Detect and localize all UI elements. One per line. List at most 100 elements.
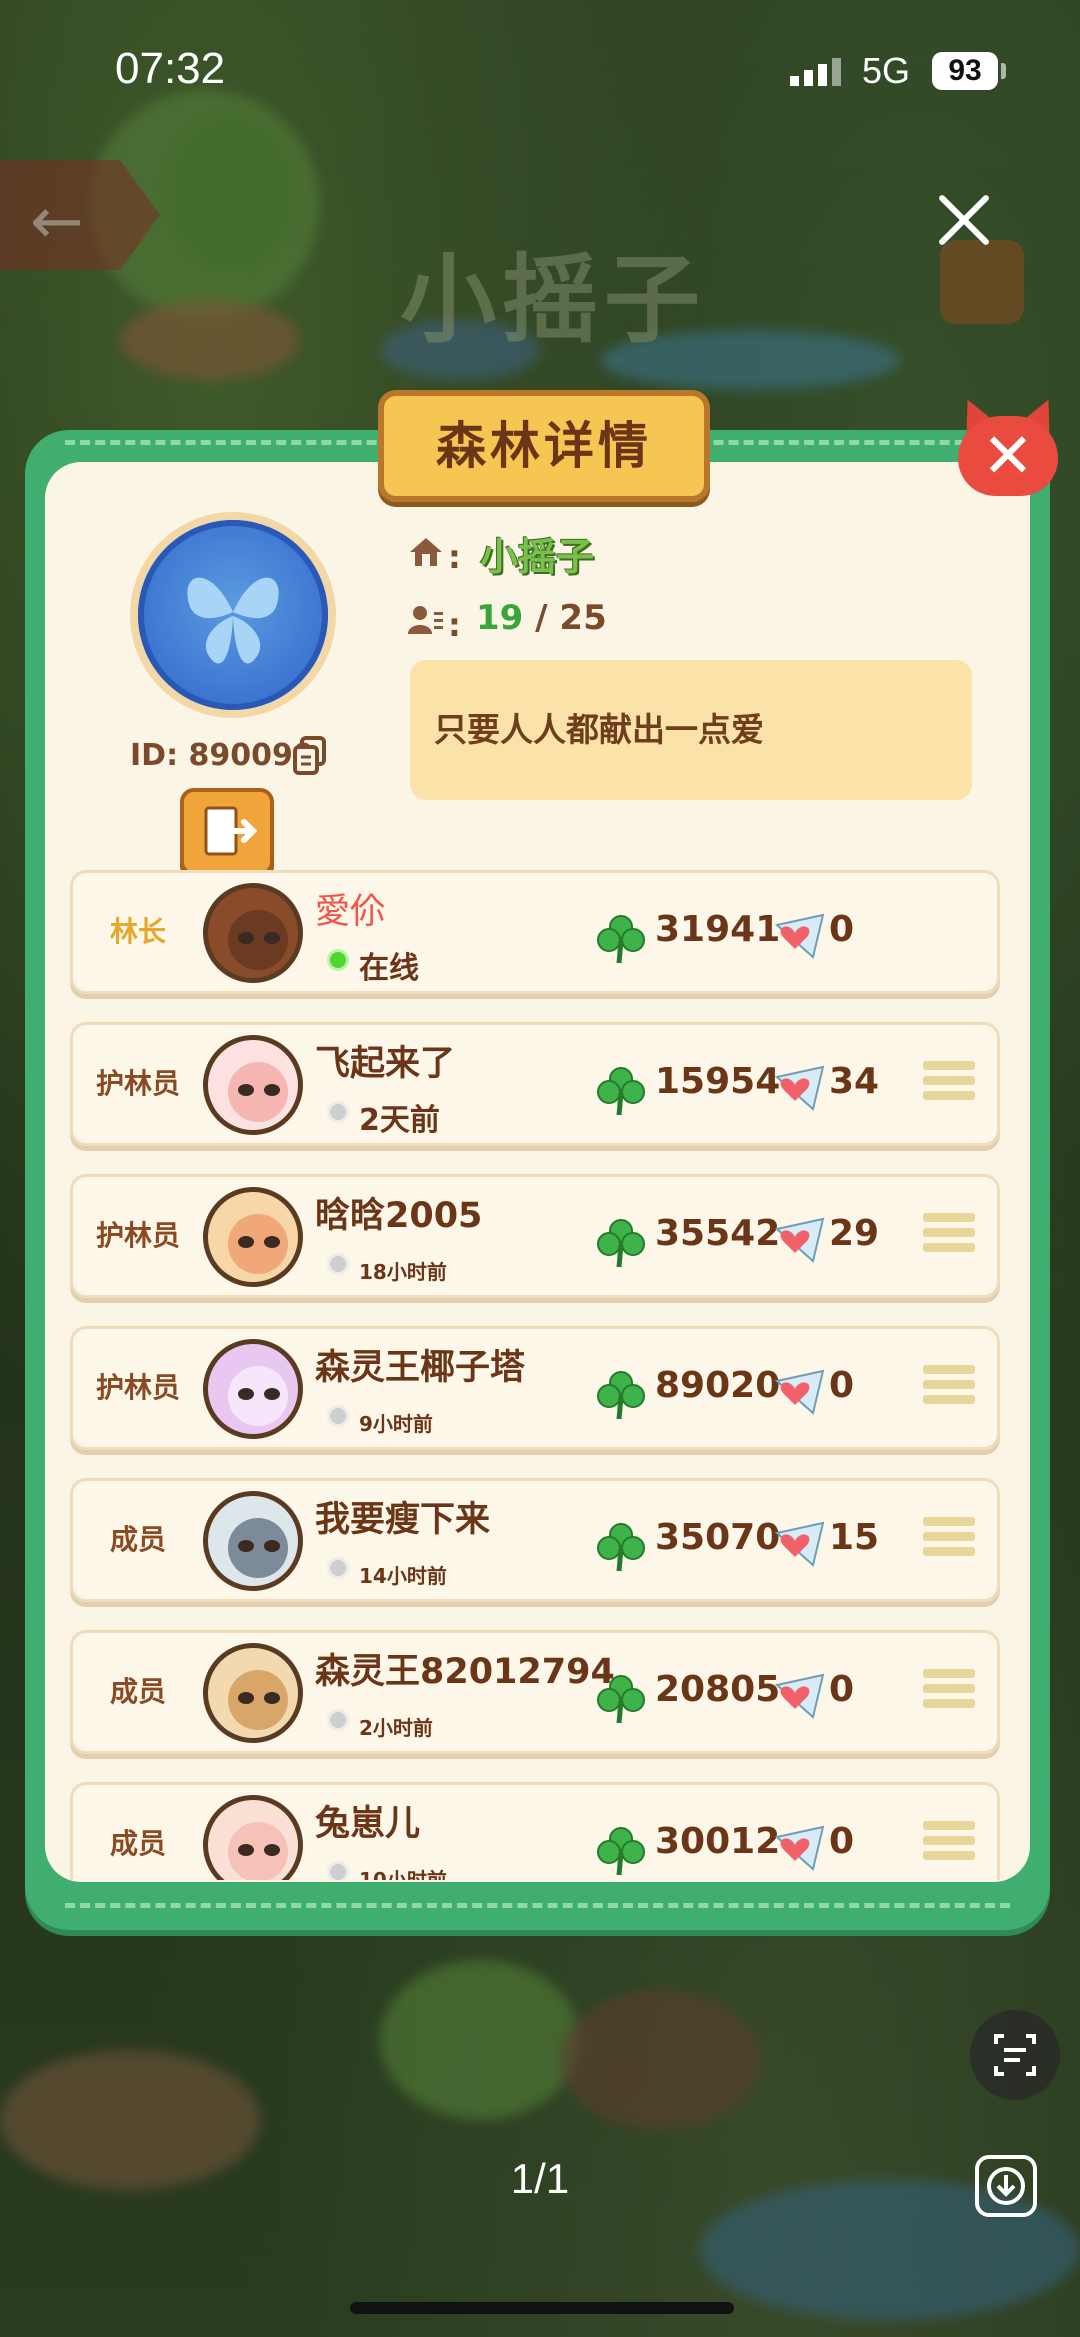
member-leaves: 30012 — [655, 1821, 781, 1862]
heart-letter-icon — [774, 1825, 825, 1871]
clover-icon — [597, 1675, 645, 1724]
member-role: 护林员 — [95, 1219, 180, 1252]
signal-icon — [790, 58, 841, 86]
heart-letter-icon — [774, 913, 825, 959]
member-row[interactable]: 成员 森灵王82012794 2小时前 20805 0 — [70, 1630, 1000, 1754]
status-dot-icon — [327, 1253, 349, 1275]
exit-icon — [204, 806, 258, 856]
close-button[interactable]: ✕ — [949, 391, 1067, 498]
member-leaves: 35542 — [655, 1213, 781, 1254]
member-name: 晗晗2005 — [315, 1196, 483, 1236]
member-role: 护林员 — [95, 1371, 180, 1404]
download-button[interactable] — [975, 2155, 1037, 2217]
member-menu-icon[interactable] — [923, 1061, 975, 1111]
heart-letter-icon — [774, 1065, 825, 1111]
clover-icon — [597, 1371, 645, 1420]
status-dot-icon — [327, 1101, 349, 1123]
member-row[interactable]: 成员 我要瘦下来 14小时前 35070 15 — [70, 1478, 1000, 1602]
butterfly-icon — [187, 577, 279, 664]
member-name: 兔崽儿 — [315, 1804, 421, 1844]
status-bar: 07:32 5G 93 — [0, 0, 1080, 140]
member-row[interactable]: 护林员 晗晗2005 18小时前 35542 29 — [70, 1174, 1000, 1298]
dialog-title: 森林详情 — [378, 390, 710, 502]
member-role: 护林员 — [95, 1067, 180, 1100]
members-colon: : — [448, 606, 461, 644]
members-max: 25 — [559, 598, 607, 638]
battery-icon: 93 — [932, 52, 998, 90]
heart-letter-icon — [774, 1673, 825, 1719]
members-current: 19 — [476, 598, 524, 638]
member-role: 成员 — [109, 1675, 166, 1708]
member-last-active: 在线 — [359, 951, 419, 986]
member-last-active: 2天前 — [359, 1103, 440, 1138]
member-avatar[interactable] — [203, 1643, 303, 1743]
status-time: 07:32 — [115, 44, 226, 93]
members-separator: / — [523, 598, 560, 638]
member-avatar[interactable] — [203, 1339, 303, 1439]
member-menu-icon[interactable] — [923, 1517, 975, 1567]
member-menu-icon[interactable] — [923, 1821, 975, 1871]
leave-forest-button[interactable] — [180, 788, 274, 876]
member-hearts: 0 — [829, 1669, 855, 1710]
member-row[interactable]: 成员 兔崽儿 10小时前 30012 0 — [70, 1782, 1000, 1880]
status-dot-icon — [327, 1709, 349, 1731]
member-last-active: 18小时前 — [359, 1260, 447, 1284]
member-menu-icon[interactable] — [923, 1213, 975, 1263]
heart-letter-icon — [774, 1521, 825, 1567]
member-role: 成员 — [109, 1523, 166, 1556]
members-count: 19 / 25 — [476, 598, 607, 638]
member-last-active: 2小时前 — [359, 1716, 433, 1740]
clover-icon — [597, 1827, 645, 1876]
member-leaves: 20805 — [655, 1669, 781, 1710]
copy-icon[interactable] — [292, 736, 328, 776]
member-hearts: 29 — [829, 1213, 880, 1254]
member-row[interactable]: 护林员 飞起来了 2天前 15954 34 — [70, 1022, 1000, 1146]
heart-letter-icon — [774, 1369, 825, 1415]
home-icon — [410, 538, 442, 566]
close-icon: ✕ — [982, 419, 1034, 492]
member-leaves: 89020 — [655, 1365, 781, 1406]
member-row[interactable]: 护林员 森灵王椰子塔 9小时前 89020 0 — [70, 1326, 1000, 1450]
member-menu-icon[interactable] — [923, 1365, 975, 1415]
battery-tip — [1001, 63, 1006, 79]
members-icon — [408, 606, 443, 634]
member-role: 成员 — [109, 1827, 166, 1860]
member-avatar[interactable] — [203, 1491, 303, 1591]
member-avatar[interactable] — [203, 1187, 303, 1287]
status-dot-icon — [327, 1557, 349, 1579]
member-row[interactable]: 林长 愛伱 在线 31941 0 — [70, 870, 1000, 994]
member-list[interactable]: 林长 愛伱 在线 31941 0 护林员 飞起来了 2天前 15954 34 护林员 晗晗2005 18… — [70, 870, 1005, 1880]
member-name: 森灵王82012794 — [315, 1652, 615, 1692]
member-hearts: 0 — [829, 1365, 855, 1406]
home-indicator[interactable] — [350, 2302, 734, 2314]
member-hearts: 15 — [829, 1517, 880, 1558]
member-avatar[interactable] — [203, 1035, 303, 1135]
member-name: 我要瘦下来 — [315, 1500, 491, 1540]
member-avatar[interactable] — [203, 1795, 303, 1880]
viewer-close-icon[interactable] — [935, 190, 995, 250]
clover-icon — [597, 1523, 645, 1572]
dialog-bottom-trim — [65, 1903, 1010, 1908]
member-leaves: 35070 — [655, 1517, 781, 1558]
clover-icon — [597, 1219, 645, 1268]
member-role: 林长 — [109, 915, 166, 948]
scan-icon — [994, 2034, 1036, 2076]
back-arrow-icon: ← — [30, 185, 84, 259]
member-avatar[interactable] — [203, 883, 303, 983]
member-hearts: 0 — [829, 909, 855, 950]
forest-motto: 只要人人都献出一点爱 — [410, 660, 972, 800]
clover-icon — [597, 915, 645, 964]
status-dot-icon — [327, 1405, 349, 1427]
clover-icon — [597, 1067, 645, 1116]
member-leaves: 31941 — [655, 909, 781, 950]
member-name: 森灵王椰子塔 — [315, 1348, 526, 1388]
network-type: 5G — [862, 50, 911, 91]
forest-name: 小摇子 — [480, 535, 595, 579]
download-icon — [987, 2167, 1025, 2205]
background-gear-icon — [940, 240, 1024, 324]
member-menu-icon[interactable] — [923, 1669, 975, 1719]
forest-avatar — [130, 512, 336, 718]
scan-text-button[interactable] — [970, 2010, 1060, 2100]
member-hearts: 0 — [829, 1821, 855, 1862]
member-last-active: 14小时前 — [359, 1564, 447, 1588]
